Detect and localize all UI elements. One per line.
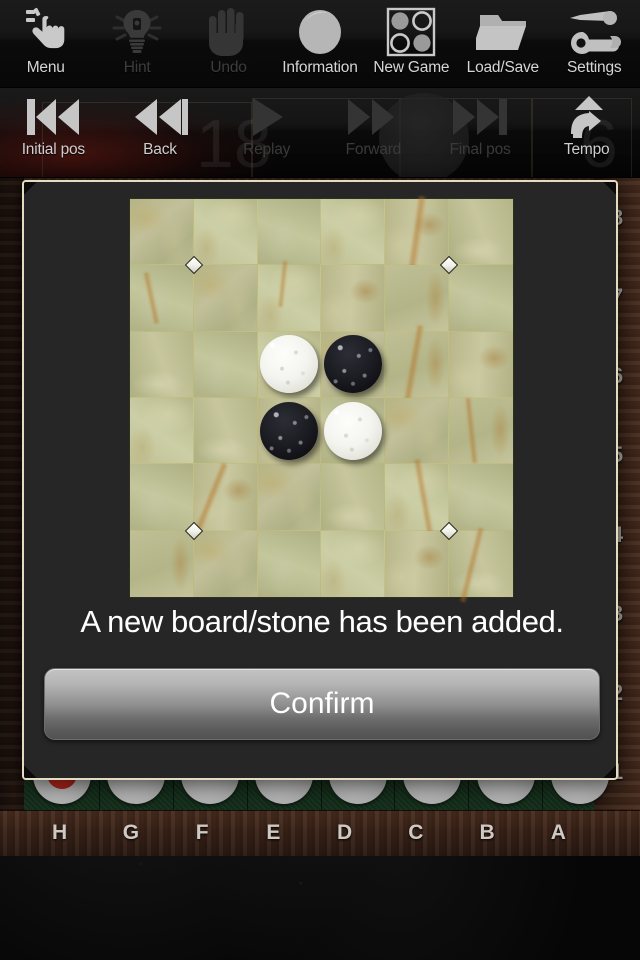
column-label: A	[550, 821, 566, 844]
board-cell[interactable]	[130, 331, 194, 398]
board-cell[interactable]	[449, 397, 513, 465]
board-cell[interactable]	[130, 199, 194, 266]
column-label: E	[266, 821, 281, 844]
playback-label-forward: Forward	[345, 141, 402, 158]
column-coordinate-labels: H G F E D C B A	[24, 810, 594, 856]
board-cell[interactable]	[449, 199, 513, 266]
toolbar-button-load-save[interactable]: Load/Save	[457, 0, 548, 87]
toolbar-button-hint[interactable]: Hint	[91, 0, 182, 87]
board-cell[interactable]	[321, 530, 386, 597]
board-cell[interactable]	[130, 530, 194, 597]
playback-button-back[interactable]: Back	[107, 88, 214, 177]
board-cell[interactable]	[385, 196, 450, 274]
folder-icon	[475, 4, 530, 60]
board-cell[interactable]	[449, 464, 513, 531]
playback-button-tempo[interactable]: Tempo	[533, 88, 640, 177]
toolbar-label-undo: Undo	[210, 59, 247, 76]
board-cell[interactable]	[257, 331, 322, 398]
toolbar-button-new-game[interactable]: New Game	[366, 0, 457, 87]
stone-white	[260, 335, 319, 394]
board-cell[interactable]	[321, 331, 386, 398]
toolbar-label-load-save: Load/Save	[466, 59, 540, 76]
playback-button-forward[interactable]: Forward	[320, 88, 427, 177]
dialog-message: A new board/stone has been added.	[80, 604, 564, 639]
board-cell[interactable]	[449, 331, 513, 398]
wrench-icon	[566, 4, 622, 60]
board-cell[interactable]	[193, 530, 258, 597]
lightbulb-icon	[110, 4, 164, 60]
board-cell[interactable]	[257, 464, 322, 531]
playback-label-replay: Replay	[243, 141, 291, 158]
playback-toolbar: 18 6 Initial pos Back Replay Forward Fin…	[0, 88, 640, 178]
skip-forward-icon	[449, 92, 511, 142]
up-arrow-icon	[559, 92, 615, 142]
playback-button-initial-pos[interactable]: Initial pos	[0, 88, 107, 177]
open-hand-icon	[205, 4, 253, 60]
board-cell[interactable]	[321, 265, 386, 332]
column-label: G	[122, 821, 140, 844]
board-cell[interactable]	[321, 398, 386, 465]
toolbar-button-menu[interactable]: Menu	[0, 0, 91, 87]
board-cell[interactable]	[193, 398, 258, 465]
toolbar-label-new-game: New Game	[373, 59, 450, 76]
skip-back-icon	[22, 92, 84, 142]
board-cell[interactable]	[321, 199, 386, 266]
board-cell[interactable]	[192, 462, 258, 538]
board-cell[interactable]	[193, 265, 258, 332]
play-icon	[241, 92, 293, 142]
board-cell[interactable]	[193, 331, 258, 398]
toolbar-button-undo[interactable]: Undo	[183, 0, 274, 87]
toolbar-label-hint: Hint	[123, 59, 151, 76]
playback-label-tempo: Tempo	[563, 141, 610, 158]
playback-label-back: Back	[143, 141, 177, 158]
disc-icon	[293, 4, 347, 60]
board-cell[interactable]	[193, 199, 258, 266]
board-cell[interactable]	[130, 464, 194, 531]
top-toolbar: Menu Hint Undo Information New Game Load…	[0, 0, 640, 88]
board-cell[interactable]	[257, 398, 322, 465]
board-cell[interactable]	[385, 265, 450, 332]
board-cell[interactable]	[130, 265, 194, 332]
toolbar-button-settings[interactable]: Settings	[549, 0, 640, 87]
toolbar-label-information: Information	[282, 59, 358, 76]
new-board-dialog: A new board/stone has been added. Confir…	[22, 180, 618, 780]
board-cell[interactable]	[321, 464, 386, 531]
column-label: F	[195, 821, 209, 844]
app-root: Menu Hint Undo Information New Game Load…	[0, 0, 640, 960]
board-cell[interactable]	[385, 324, 450, 407]
rewind-icon	[129, 92, 191, 142]
board-cell[interactable]	[257, 530, 322, 597]
playback-label-final-pos: Final pos	[449, 141, 511, 158]
board-cell[interactable]	[385, 530, 450, 597]
column-label: H	[52, 821, 68, 844]
column-label: C	[408, 821, 424, 844]
pointing-hand-icon	[20, 4, 72, 60]
wood-frame-left	[0, 178, 24, 856]
board-cell[interactable]	[385, 398, 450, 465]
dialog-board-preview[interactable]	[129, 196, 514, 603]
column-label: B	[479, 821, 495, 844]
toolbar-label-menu: Menu	[26, 59, 65, 76]
toolbar-label-settings: Settings	[567, 59, 622, 76]
playback-label-initial-pos: Initial pos	[21, 141, 85, 158]
playback-button-replay[interactable]: Replay	[213, 88, 320, 177]
confirm-button[interactable]: Confirm	[44, 668, 600, 740]
board-cell[interactable]	[130, 398, 194, 465]
board-cell[interactable]	[257, 261, 322, 332]
board-cell[interactable]	[449, 526, 513, 603]
fast-forward-icon	[342, 92, 404, 142]
board-cell[interactable]	[385, 459, 450, 538]
othello-grid-icon	[385, 4, 437, 60]
board-cell[interactable]	[449, 265, 513, 332]
stone-white	[323, 401, 382, 460]
column-label: D	[337, 821, 353, 844]
stone-black	[323, 335, 382, 394]
stone-black	[260, 401, 319, 460]
playback-button-final-pos[interactable]: Final pos	[427, 88, 534, 177]
toolbar-button-information[interactable]: Information	[274, 0, 365, 87]
board-cell[interactable]	[257, 199, 322, 266]
